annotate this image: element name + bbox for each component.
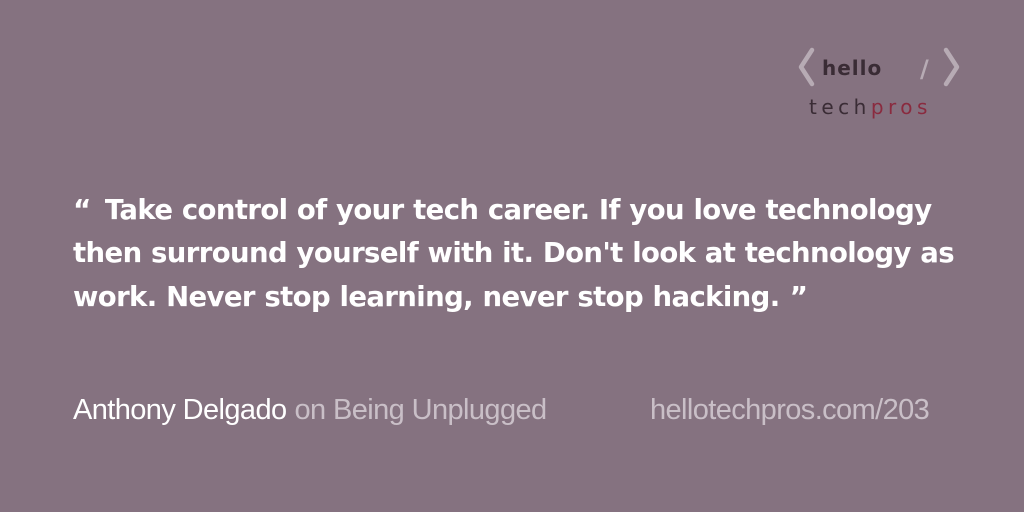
logo-graphic: hello / techpros	[798, 47, 960, 119]
logo-slash: /	[920, 55, 929, 83]
hellotechpros-logo: hello / techpros	[796, 44, 964, 122]
episode-url: hellotechpros.com/203	[650, 394, 930, 426]
logo-left-bracket	[798, 47, 815, 87]
quote-text-block: “Take control of your tech career. If yo…	[73, 188, 973, 319]
author-name: Anthony Delgado	[73, 394, 287, 426]
episode-title: on Being Unplugged	[294, 394, 548, 426]
close-quote-mark: ”	[789, 280, 808, 313]
logo-right-bracket	[943, 47, 960, 87]
attribution: Anthony Delgado on Being Unplugged	[73, 394, 547, 427]
quote-text: Take control of your tech career. If you…	[73, 194, 955, 313]
logo-word-pros: pros	[871, 95, 932, 119]
open-quote-mark: “	[73, 193, 91, 226]
logo-word-techpros: techpros	[809, 95, 932, 119]
logo-word-hello: hello	[822, 56, 882, 80]
logo-word-tech: tech	[809, 95, 871, 119]
